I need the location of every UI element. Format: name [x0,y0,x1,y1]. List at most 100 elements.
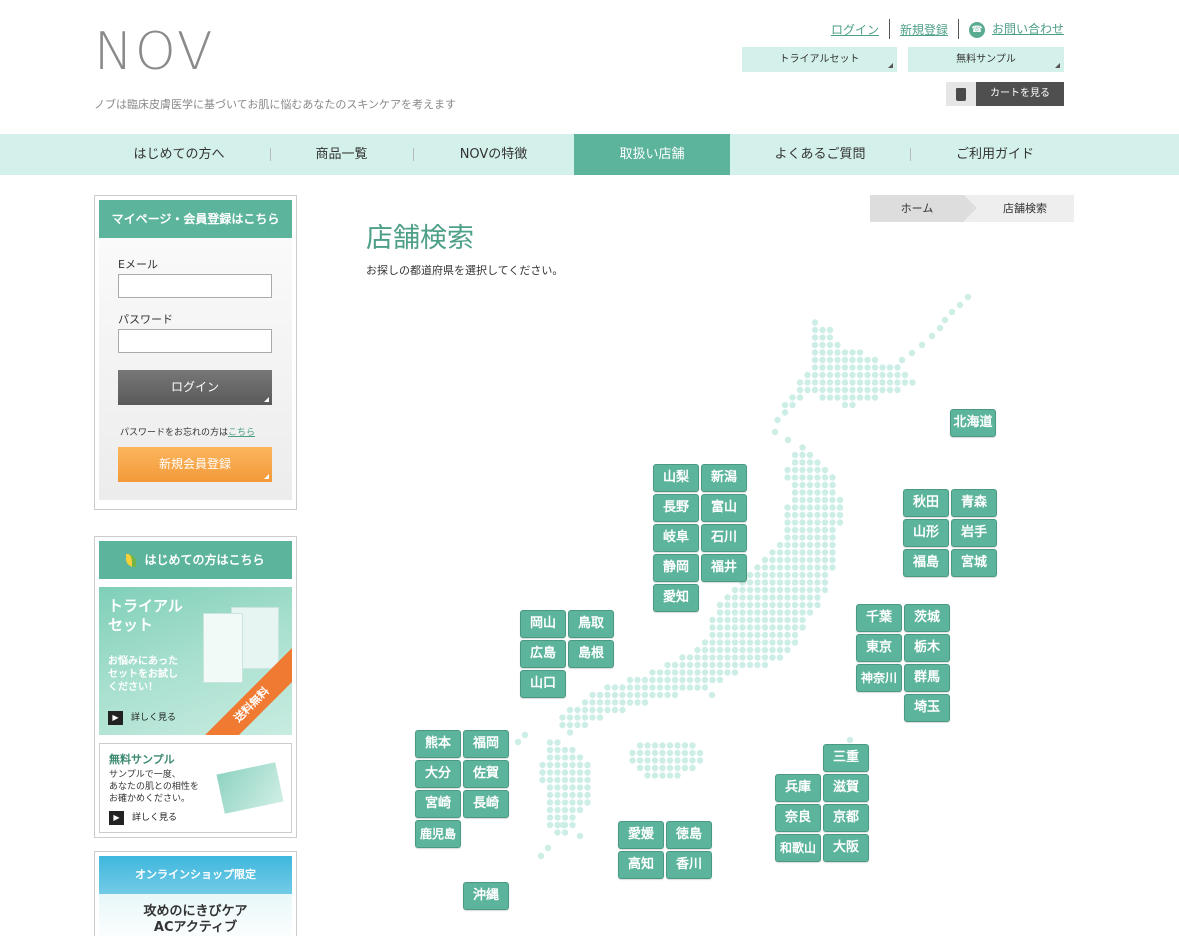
map-dot [791,616,799,624]
pref-aichi[interactable]: 愛知 [653,584,699,612]
map-dot [539,761,546,769]
pref-kanagawa[interactable]: 神奈川 [856,664,902,692]
pref-fukui[interactable]: 福井 [701,554,747,582]
pref-tottori[interactable]: 鳥取 [568,610,614,638]
map-dot [754,616,761,624]
map-dot [784,511,791,519]
pref-tokyo[interactable]: 東京 [856,634,902,662]
pref-hokkaido[interactable]: 北海道 [950,409,996,437]
pref-miyagi[interactable]: 宮城 [951,549,997,577]
map-dot [871,386,879,394]
pref-niigata[interactable]: 新潟 [701,464,747,492]
pref-saitama[interactable]: 埼玉 [904,694,950,722]
map-dot [619,684,626,691]
pref-kyoto[interactable]: 京都 [823,804,869,832]
pref-toyama[interactable]: 富山 [701,494,747,522]
map-dot [791,564,799,571]
pref-shimane[interactable]: 島根 [568,640,614,668]
map-dot [894,364,901,371]
map-dot [814,556,821,564]
map-dot [814,594,821,601]
map-dot [909,379,916,386]
pref-okayama[interactable]: 岡山 [520,610,566,638]
pref-miyazaki[interactable]: 宮崎 [415,790,461,818]
map-dot [611,684,619,691]
map-dot [791,556,799,564]
pref-nagano[interactable]: 長野 [653,494,699,522]
map-dot [761,639,769,646]
pref-kumamoto[interactable]: 熊本 [415,730,461,758]
pref-yamaguchi[interactable]: 山口 [520,670,566,698]
map-dot [649,684,656,691]
map-dot [576,769,584,776]
map-dot [611,699,619,706]
pref-tochigi[interactable]: 栃木 [904,634,950,662]
map-dot [539,769,546,776]
pref-kochi[interactable]: 高知 [618,851,664,879]
pref-hyogo[interactable]: 兵庫 [775,774,821,802]
map-dot [799,556,806,564]
pref-iwate[interactable]: 岩手 [951,519,997,547]
pref-akita[interactable]: 秋田 [903,489,949,517]
pref-nagasaki[interactable]: 長崎 [463,790,509,818]
map-dot [841,386,849,394]
map-dot [761,609,769,616]
pref-fukushima[interactable]: 福島 [903,549,949,577]
pref-kagawa[interactable]: 香川 [666,851,712,879]
map-dot [799,609,806,616]
map-dot [679,669,686,676]
map-dot [829,489,836,496]
pref-yamagata[interactable]: 山形 [903,519,949,547]
map-dot [554,761,561,769]
map-dot [576,761,584,769]
pref-yamanashi[interactable]: 山梨 [653,464,699,492]
pref-gifu[interactable]: 岐阜 [653,524,699,552]
map-dot [546,739,554,746]
pref-ishikawa[interactable]: 石川 [701,524,747,552]
map-dot [641,691,649,699]
pref-wakayama[interactable]: 和歌山 [775,834,821,862]
map-dot [819,364,826,371]
pref-oita[interactable]: 大分 [415,760,461,788]
map-dot [644,772,651,779]
pref-saga[interactable]: 佐賀 [463,760,509,788]
map-dot [674,757,681,764]
pref-gunma[interactable]: 群馬 [904,664,950,692]
map-dot [724,594,731,601]
map-dot [634,676,641,684]
map-dot [811,379,819,386]
pref-shiga[interactable]: 滋賀 [823,774,869,802]
pref-fukuoka[interactable]: 福岡 [463,730,509,758]
map-dot [694,661,701,669]
map-dot [811,334,819,341]
map-dot [694,676,701,684]
map-dot [569,754,576,761]
map-dot [799,549,806,556]
pref-ibaraki[interactable]: 茨城 [904,604,950,632]
map-dot [651,742,659,749]
pref-ehime[interactable]: 愛媛 [618,821,664,849]
pref-mie[interactable]: 三重 [823,744,869,772]
map-dot [581,699,589,706]
pref-okinawa[interactable]: 沖縄 [463,882,509,910]
map-dot [871,394,879,401]
pref-osaka[interactable]: 大阪 [823,834,869,862]
pref-chiba[interactable]: 千葉 [856,604,902,632]
pref-aomori[interactable]: 青森 [951,489,997,517]
pref-hiroshima[interactable]: 広島 [520,640,566,668]
map-dot [686,669,694,676]
map-dot [576,791,584,799]
pref-nara[interactable]: 奈良 [775,804,821,832]
map-dot [776,556,784,564]
map-dot [864,386,871,394]
map-dot [886,386,894,394]
pref-kagoshima[interactable]: 鹿児島 [415,820,461,848]
pref-shizuoka[interactable]: 静岡 [653,554,699,582]
pref-tokushima[interactable]: 徳島 [666,821,712,849]
map-dot [739,646,746,654]
map-dot [821,489,829,496]
map-dot [806,459,814,466]
map-dot [569,761,576,769]
map-dot [739,624,746,631]
map-dot [776,594,784,601]
